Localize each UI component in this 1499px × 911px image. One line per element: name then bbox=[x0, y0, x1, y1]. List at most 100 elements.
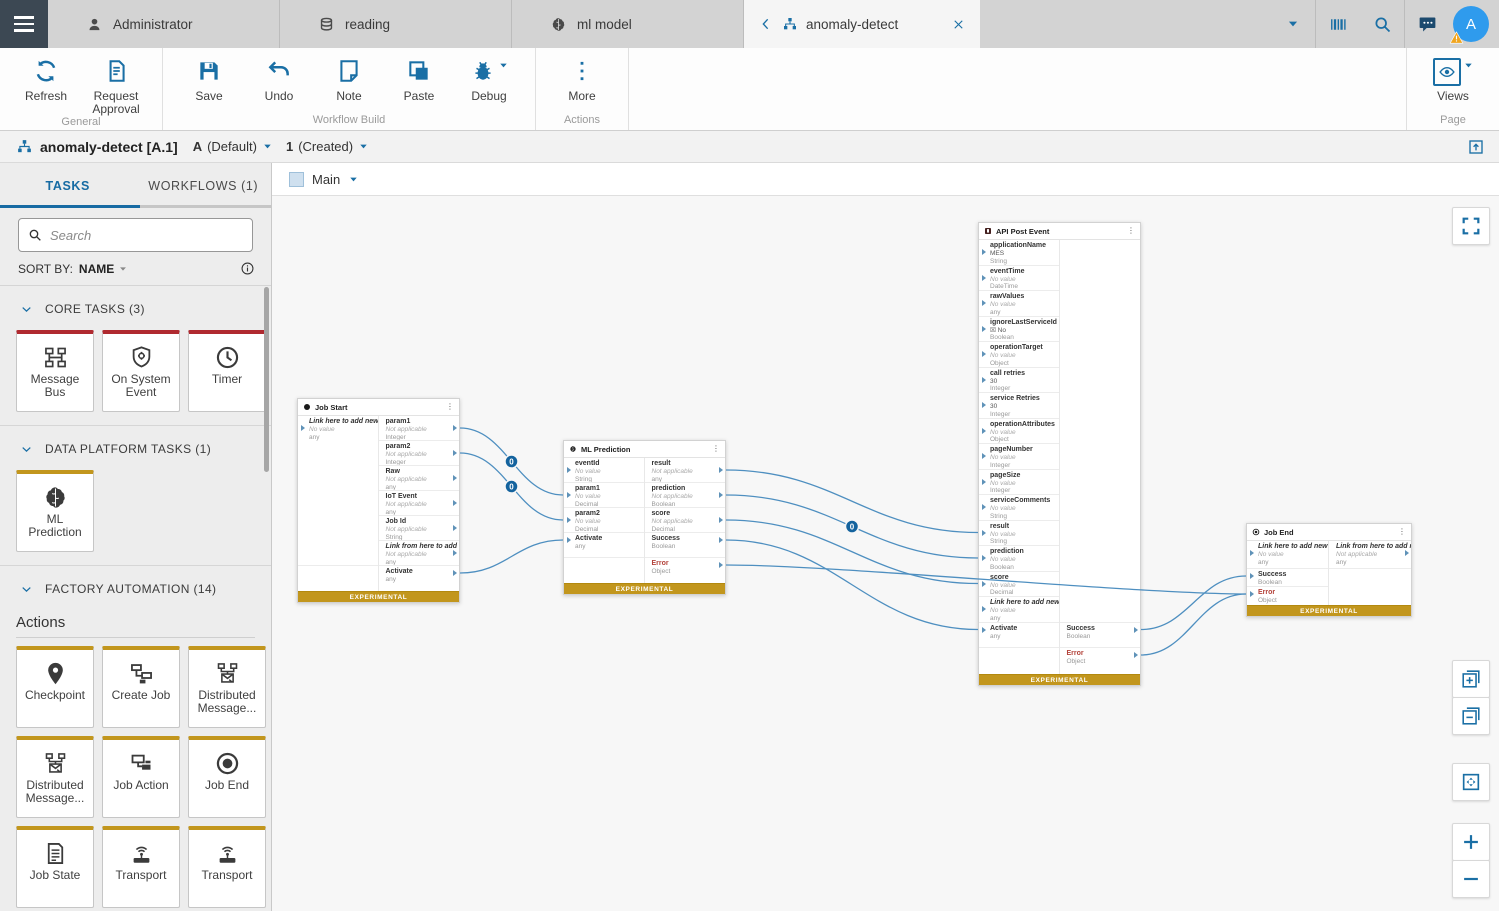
undo-button[interactable]: Undo bbox=[247, 54, 311, 103]
input-port[interactable] bbox=[982, 300, 986, 306]
caret-down-icon[interactable] bbox=[348, 174, 359, 185]
port-right-success[interactable]: SuccessBoolean bbox=[645, 533, 726, 558]
tab-ml-model[interactable]: ml model bbox=[512, 0, 744, 48]
input-port[interactable] bbox=[982, 249, 986, 255]
section-header-data-platform-tasks-1-[interactable]: DATA PLATFORM TASKS (1) bbox=[0, 426, 271, 462]
note-button[interactable]: Note bbox=[317, 54, 381, 103]
edge-badge[interactable]: 0 bbox=[505, 455, 518, 468]
input-port[interactable] bbox=[982, 530, 986, 536]
port-right-link-from-here-to-add-new[interactable]: Link from here to add newNot applicablea… bbox=[379, 541, 460, 566]
close-icon[interactable] bbox=[951, 17, 966, 32]
port-left-score[interactable]: scoreNo valueDecimal bbox=[979, 572, 1059, 598]
input-port[interactable] bbox=[567, 467, 571, 473]
node-menu-button[interactable]: ⋮ bbox=[1398, 528, 1406, 536]
chat-icon[interactable] bbox=[1405, 0, 1449, 48]
task-card-on-system-event[interactable]: On System Event bbox=[102, 330, 180, 412]
task-card-job-action[interactable]: Job Action bbox=[102, 736, 180, 818]
input-port[interactable] bbox=[1250, 573, 1254, 579]
output-port[interactable] bbox=[1134, 627, 1138, 633]
port-left-pagenumber[interactable]: pageNumberNo valueInteger bbox=[979, 444, 1059, 470]
input-port[interactable] bbox=[567, 492, 571, 498]
request-approval-button[interactable]: Request Approval bbox=[84, 54, 148, 116]
port-left-link-here-to-add-new[interactable]: Link here to add newNo valueany bbox=[298, 416, 378, 566]
tab-administrator[interactable]: Administrator bbox=[48, 0, 280, 48]
port-left-activate[interactable]: Activateany bbox=[979, 623, 1059, 649]
port-left-eventid[interactable]: eventIdNo valueString bbox=[564, 458, 644, 483]
port-right-prediction[interactable]: predictionNot applicableBoolean bbox=[645, 483, 726, 508]
input-port[interactable] bbox=[982, 402, 986, 408]
output-port[interactable] bbox=[719, 562, 723, 568]
tab-workflows[interactable]: WORKFLOWS (1) bbox=[136, 179, 272, 193]
input-port[interactable] bbox=[982, 326, 986, 332]
node-ml-prediction[interactable]: ML Prediction⋮eventIdNo valueStringparam… bbox=[563, 440, 726, 595]
input-port[interactable] bbox=[982, 351, 986, 357]
input-port[interactable] bbox=[982, 275, 986, 281]
search-icon[interactable] bbox=[1360, 0, 1404, 48]
task-card-distributed-message-[interactable]: Distributed Message... bbox=[188, 646, 266, 728]
search-input[interactable] bbox=[50, 228, 244, 243]
output-port[interactable] bbox=[453, 425, 457, 431]
edge-badge[interactable]: 0 bbox=[505, 480, 518, 493]
port-left-link-here-to-add-new[interactable]: Link here to add newNo valueany bbox=[979, 597, 1059, 623]
tab-tasks[interactable]: TASKS bbox=[0, 179, 136, 193]
task-card-timer[interactable]: Timer bbox=[188, 330, 266, 412]
node-menu-button[interactable]: ⋮ bbox=[1127, 227, 1135, 235]
node-job-end[interactable]: Job End⋮Link here to add newNo valueanyS… bbox=[1246, 523, 1412, 617]
sidebar-scrollbar[interactable] bbox=[264, 287, 269, 472]
output-port[interactable] bbox=[719, 517, 723, 523]
port-left-link-here-to-add-new[interactable]: Link here to add newNo valueany bbox=[1247, 541, 1328, 569]
fullscreen-button[interactable] bbox=[1452, 207, 1490, 245]
input-port[interactable] bbox=[982, 555, 986, 561]
input-port[interactable] bbox=[982, 479, 986, 485]
debug-button[interactable]: Debug bbox=[457, 54, 521, 103]
port-left-activate[interactable]: Activateany bbox=[564, 533, 644, 558]
fit-view-button[interactable] bbox=[1452, 763, 1490, 801]
task-card-create-job[interactable]: Create Job bbox=[102, 646, 180, 728]
output-port[interactable] bbox=[453, 550, 457, 556]
port-left-call-retries[interactable]: call retries30Integer bbox=[979, 368, 1059, 394]
port-left-pagesize[interactable]: pageSizeNo valueInteger bbox=[979, 470, 1059, 496]
input-port[interactable] bbox=[1250, 591, 1254, 597]
port-right-job-id[interactable]: Job IdNot applicableString bbox=[379, 516, 460, 541]
port-right-result[interactable]: resultNot applicableany bbox=[645, 458, 726, 483]
task-card-distributed-message-[interactable]: Distributed Message... bbox=[16, 736, 94, 818]
output-port[interactable] bbox=[453, 570, 457, 576]
view-swatch[interactable] bbox=[289, 172, 304, 187]
port-left-param1[interactable]: param1No valueDecimal bbox=[564, 483, 644, 508]
info-icon[interactable] bbox=[240, 261, 255, 276]
avatar[interactable]: A bbox=[1453, 6, 1489, 42]
expand-all-button[interactable] bbox=[1452, 660, 1490, 698]
more-button[interactable]: More bbox=[550, 54, 614, 103]
workflow-canvas[interactable]: Job Start⋮Link here to add newNo valuean… bbox=[272, 196, 1499, 911]
node-menu-button[interactable]: ⋮ bbox=[712, 445, 720, 453]
port-right-raw[interactable]: RawNot applicableany bbox=[379, 466, 460, 491]
menu-button[interactable] bbox=[0, 0, 48, 48]
port-left-eventtime[interactable]: eventTimeNo valueDateTime bbox=[979, 266, 1059, 292]
port-right-success[interactable]: SuccessBoolean bbox=[1060, 623, 1141, 649]
task-card-message-bus[interactable]: Message Bus bbox=[16, 330, 94, 412]
port-right-param1[interactable]: param1Not applicableInteger bbox=[379, 416, 460, 441]
task-card-job-state[interactable]: Job State bbox=[16, 826, 94, 908]
input-port[interactable] bbox=[1250, 550, 1254, 556]
port-right-activate[interactable]: Activateany bbox=[379, 566, 460, 591]
input-port[interactable] bbox=[982, 504, 986, 510]
save-button[interactable]: Save bbox=[177, 54, 241, 103]
sort-dropdown[interactable]: NAME bbox=[79, 262, 128, 276]
port-left-operationtarget[interactable]: operationTargetNo valueObject bbox=[979, 342, 1059, 368]
task-card-job-end[interactable]: Job End bbox=[188, 736, 266, 818]
task-card-ml-prediction[interactable]: ML Prediction bbox=[16, 470, 94, 552]
output-port[interactable] bbox=[719, 537, 723, 543]
output-port[interactable] bbox=[1134, 652, 1138, 658]
port-right-iot-event[interactable]: IoT EventNot applicableany bbox=[379, 491, 460, 516]
edge-badge[interactable]: 0 bbox=[846, 520, 859, 533]
node-api-post-event[interactable]: API Post Event⋮applicationNameMESStringe… bbox=[978, 222, 1141, 686]
collapse-all-button[interactable] bbox=[1452, 697, 1490, 735]
input-port[interactable] bbox=[982, 627, 986, 633]
task-card-transport[interactable]: Transport bbox=[188, 826, 266, 908]
port-left-servicecomments[interactable]: serviceCommentsNo valueString bbox=[979, 495, 1059, 521]
port-right-error[interactable]: ErrorObject bbox=[1060, 648, 1141, 674]
task-card-checkpoint[interactable]: Checkpoint bbox=[16, 646, 94, 728]
barcode-icon[interactable] bbox=[1316, 0, 1360, 48]
port-left-prediction[interactable]: predictionNo valueBoolean bbox=[979, 546, 1059, 572]
port-right-param2[interactable]: param2Not applicableInteger bbox=[379, 441, 460, 466]
